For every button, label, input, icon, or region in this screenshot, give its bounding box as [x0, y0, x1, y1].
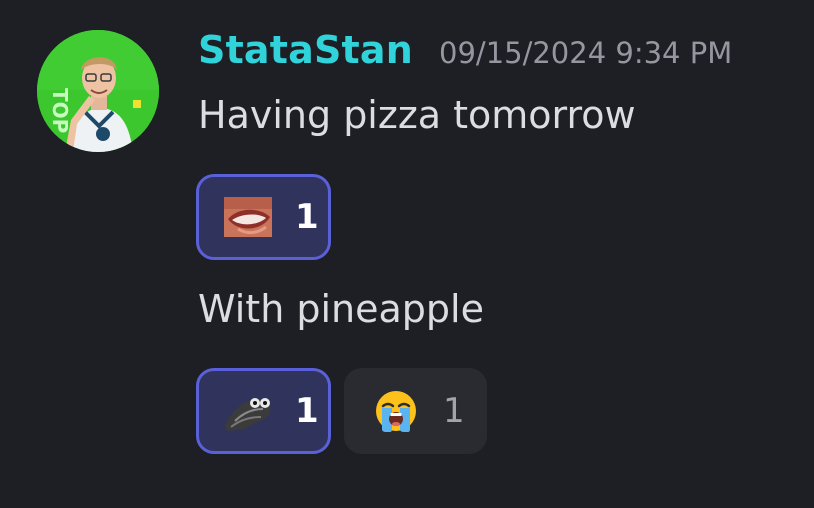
reaction-count: 1 [295, 197, 319, 237]
frog-custom-emoji-icon [223, 391, 273, 431]
message-timestamp[interactable]: 09/15/2024 9:34 PM [439, 36, 732, 70]
reaction-count: 1 [443, 391, 465, 431]
reaction-button[interactable]: 1 [196, 174, 331, 260]
message-text: With pineapple [198, 287, 484, 331]
message-header: StataStan 09/15/2024 9:34 PM [198, 28, 732, 78]
user-avatar[interactable]: TOP 4 [37, 30, 159, 152]
reaction-button[interactable]: 1 [344, 368, 487, 454]
reaction-bar: 1 1 [196, 368, 487, 454]
mouth-custom-emoji-icon [223, 197, 273, 237]
message-text: Having pizza tomorrow [198, 93, 636, 137]
reaction-button[interactable]: 1 [196, 368, 331, 454]
loudly-crying-face-emoji-icon [371, 391, 421, 432]
reaction-count: 1 [295, 391, 319, 431]
user-avatar-image: TOP 4 [37, 30, 159, 152]
chat-message: TOP 4 StataStan 09/15/2024 9:34 PM Havin… [0, 0, 814, 508]
author-username[interactable]: StataStan [198, 28, 413, 72]
reaction-bar: 1 [196, 174, 331, 260]
